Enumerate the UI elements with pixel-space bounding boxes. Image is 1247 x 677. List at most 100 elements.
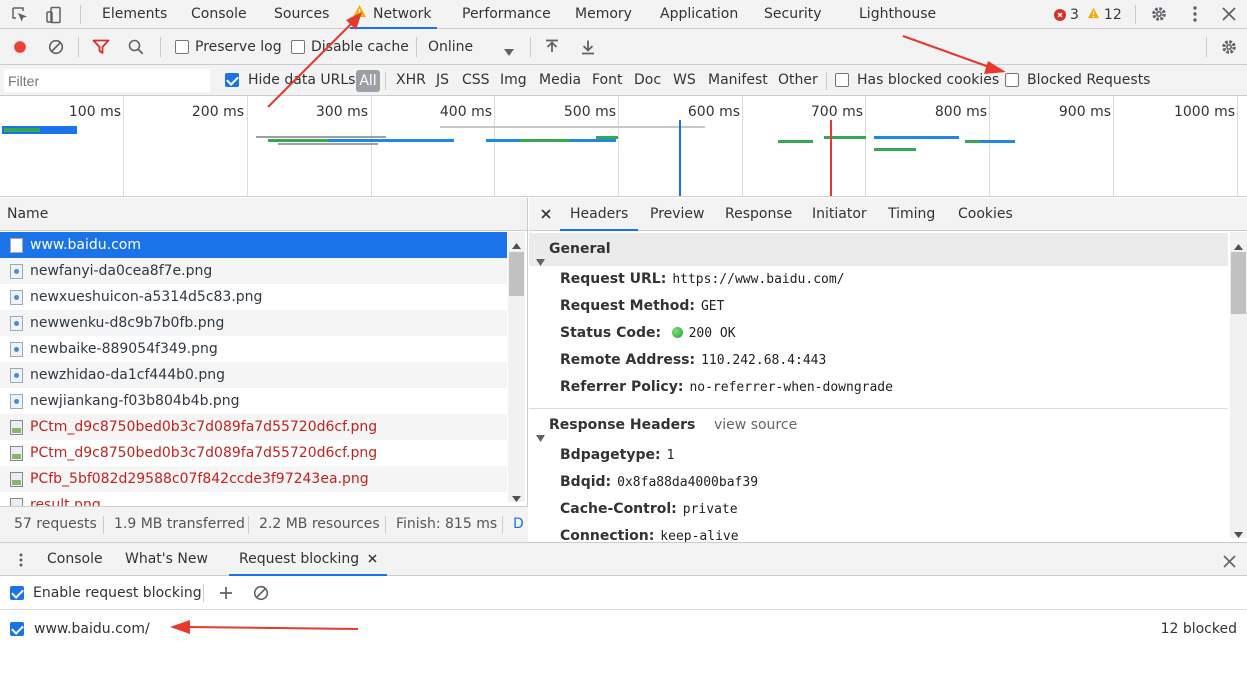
header-key: Remote Address:	[560, 352, 696, 368]
hide-data-urls-checkbox[interactable]	[225, 73, 239, 87]
preserve-log-checkbox[interactable]	[175, 40, 189, 54]
divider	[502, 516, 503, 534]
type-filter-doc[interactable]: Doc	[634, 65, 661, 96]
header-row: Bdpagetype: 1	[560, 442, 674, 469]
header-value: keep-alive	[660, 529, 739, 542]
network-settings-gear-icon[interactable]	[1219, 37, 1239, 57]
tab-elements[interactable]: Elements	[100, 0, 169, 29]
divider	[103, 516, 104, 534]
name-column-header[interactable]: Name	[0, 198, 527, 231]
type-filter-all[interactable]: All	[356, 70, 380, 92]
type-filter-other[interactable]: Other	[778, 65, 818, 96]
blocked-patterns-list: www.baidu.com/ 12 blocked	[0, 610, 1247, 677]
request-row[interactable]: www.baidu.com	[0, 232, 507, 258]
tab-sources[interactable]: Sources	[272, 0, 331, 29]
add-pattern-plus-icon[interactable]	[218, 585, 234, 601]
header-value: https://www.baidu.com/	[672, 272, 845, 287]
request-row[interactable]: newjiankang-f03b804b4b.png	[0, 388, 507, 414]
search-icon[interactable]	[126, 37, 146, 57]
type-filter-css[interactable]: CSS	[462, 65, 490, 96]
request-row[interactable]: newwenku-d8c9b7b0fb.png	[0, 310, 507, 336]
close-tab-icon[interactable]	[368, 543, 377, 576]
tab-network[interactable]: Network	[350, 0, 438, 29]
request-row[interactable]: PCtm_d9c8750bed0b3c7d089fa7d55720d6cf.pn…	[0, 414, 507, 440]
tab-application[interactable]: Application	[658, 0, 740, 29]
network-overview-timeline[interactable]: 100 ms 200 ms 300 ms 400 ms 500 ms 600 m…	[0, 96, 1247, 197]
has-blocked-cookies-checkbox[interactable]	[835, 73, 849, 87]
filter-input[interactable]	[4, 69, 210, 92]
drawer-tab-request-blocking[interactable]: Request blocking	[229, 543, 387, 576]
tab-response[interactable]: Response	[725, 198, 792, 231]
request-row[interactable]: newfanyi-da0cea8f7e.png	[0, 258, 507, 284]
type-filter-js[interactable]: JS	[436, 65, 449, 96]
document-icon	[10, 238, 23, 253]
blocked-requests-checkbox[interactable]	[1005, 73, 1019, 87]
pattern-enabled-checkbox[interactable]	[10, 622, 24, 636]
disable-cache-checkbox[interactable]	[291, 40, 305, 54]
view-source-link[interactable]: view source	[714, 409, 797, 442]
close-devtools-icon[interactable]	[1219, 4, 1239, 24]
warning-count: 12	[1103, 6, 1122, 23]
request-row[interactable]: PCtm_d9c8750bed0b3c7d089fa7d55720d6cf.pn…	[0, 440, 507, 466]
close-details-icon[interactable]	[539, 207, 553, 221]
tab-console[interactable]: Console	[189, 0, 249, 29]
request-row[interactable]: newzhidao-da1cf444b0.png	[0, 362, 507, 388]
remove-all-patterns-icon[interactable]	[253, 585, 269, 601]
header-row: Status Code: 200 OK	[560, 320, 736, 347]
details-scrollbar[interactable]	[1230, 232, 1247, 538]
settings-gear-icon[interactable]	[1149, 4, 1169, 24]
export-har-icon[interactable]	[578, 37, 598, 57]
type-filter-media[interactable]: Media	[539, 65, 581, 96]
request-list-scrollbar[interactable]	[508, 232, 525, 502]
scroll-down-arrow-icon[interactable]	[512, 490, 521, 506]
scroll-thumb[interactable]	[509, 252, 524, 296]
divider	[530, 37, 531, 57]
issue-counters[interactable]: 3 12	[1054, 0, 1122, 29]
general-section-header[interactable]: General	[529, 233, 1228, 266]
drawer-tab-whats-new[interactable]: What's New	[125, 543, 208, 576]
type-filter-xhr[interactable]: XHR	[396, 65, 426, 96]
response-headers-section-header[interactable]: Response Headers view source	[529, 409, 1228, 442]
image-icon	[10, 290, 23, 305]
clear-icon[interactable]	[46, 37, 66, 57]
scroll-thumb[interactable]	[1231, 252, 1246, 314]
tab-cookies[interactable]: Cookies	[958, 198, 1013, 231]
tab-headers[interactable]: Headers	[560, 198, 639, 231]
blocked-pattern-row[interactable]: www.baidu.com/ 12 blocked	[0, 610, 1247, 648]
divider	[1206, 37, 1207, 57]
tab-initiator[interactable]: Initiator	[812, 198, 867, 231]
type-filter-manifest[interactable]: Manifest	[708, 65, 768, 96]
tab-lighthouse[interactable]: Lighthouse	[857, 0, 938, 29]
type-filter-ws[interactable]: WS	[673, 65, 696, 96]
tab-security[interactable]: Security	[762, 0, 824, 29]
request-row[interactable]: newbaike-889054f349.png	[0, 336, 507, 362]
throttling-select[interactable]: Online	[422, 29, 518, 65]
tab-preview[interactable]: Preview	[650, 198, 705, 231]
import-har-icon[interactable]	[542, 37, 562, 57]
filter-funnel-icon[interactable]	[91, 37, 111, 57]
enable-request-blocking-checkbox[interactable]	[10, 586, 24, 600]
filter-bar: Hide data URLs All XHR JS CSS Img Media …	[0, 65, 1247, 96]
status-ok-dot-icon	[671, 327, 683, 338]
scroll-up-arrow-icon[interactable]	[512, 237, 521, 253]
more-options-icon[interactable]	[1185, 4, 1205, 24]
close-drawer-icon[interactable]	[1221, 553, 1237, 569]
request-row[interactable]: result.png	[0, 492, 507, 506]
image-icon	[10, 368, 23, 383]
tab-performance[interactable]: Performance	[460, 0, 553, 29]
request-row[interactable]: newxueshuicon-a5314d5c83.png	[0, 284, 507, 310]
scroll-down-arrow-icon[interactable]	[1234, 526, 1243, 542]
record-icon[interactable]	[10, 37, 30, 57]
drawer-menu-icon[interactable]	[14, 552, 28, 568]
drawer-tab-console[interactable]: Console	[47, 543, 103, 576]
tab-memory[interactable]: Memory	[573, 0, 634, 29]
image-icon	[10, 316, 23, 331]
header-value: GET	[700, 299, 725, 314]
inspect-element-icon[interactable]	[10, 5, 30, 25]
device-toolbar-icon[interactable]	[44, 5, 64, 25]
type-filter-font[interactable]: Font	[592, 65, 622, 96]
type-filter-img[interactable]: Img	[500, 65, 527, 96]
request-row[interactable]: PCfb_5bf082d29588c07f842ccde3f97243ea.pn…	[0, 466, 507, 492]
header-value: 200 OK	[688, 326, 736, 341]
tab-timing[interactable]: Timing	[888, 198, 935, 231]
